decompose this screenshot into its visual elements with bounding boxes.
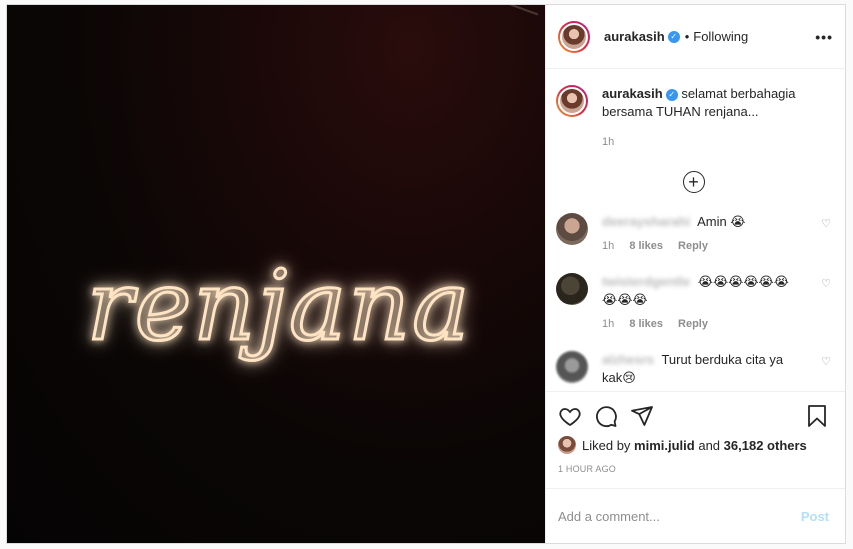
post-image[interactable]: renjana: [7, 5, 545, 543]
reply-button[interactable]: Reply: [678, 240, 708, 252]
commenter-avatar[interactable]: [556, 351, 588, 383]
separator-dot: •: [684, 29, 690, 44]
more-options-icon[interactable]: •••: [815, 29, 833, 45]
author-username[interactable]: aurakasih: [604, 29, 665, 44]
likes-prefix: Liked by: [582, 437, 631, 453]
neon-sign: renjana: [85, 249, 472, 364]
liker-avatar[interactable]: [558, 436, 576, 454]
small-heart-icon[interactable]: ♡: [821, 277, 831, 290]
comment-time: 1h: [602, 318, 615, 330]
add-comment-bar: Post: [546, 488, 845, 543]
comment-likes[interactable]: 8 likes: [629, 240, 663, 252]
post-timestamp: 1 HOUR AGO: [558, 464, 617, 474]
post-sidebar: aurakasih ✓ • Following ••• aurakasih ✓ s…: [545, 5, 845, 543]
likes-middle: and: [698, 437, 721, 453]
comments-list[interactable]: aurakasih ✓ selamat berbahagia bersama TU…: [546, 69, 845, 391]
bookmark-icon[interactable]: [805, 404, 829, 428]
small-heart-icon[interactable]: ♡: [821, 217, 831, 230]
add-comment-input[interactable]: [558, 508, 801, 524]
caption: aurakasih ✓ selamat berbahagia bersama TU…: [556, 85, 831, 151]
comment-username[interactable]: deeraysharahi: [602, 214, 690, 229]
small-heart-icon[interactable]: ♡: [821, 355, 831, 368]
reply-button[interactable]: Reply: [678, 318, 708, 330]
share-icon[interactable]: [630, 404, 654, 428]
comment-likes[interactable]: 8 likes: [629, 318, 663, 330]
neon-text: renjana: [87, 250, 472, 362]
comment-username[interactable]: twisterdgentle: [602, 274, 690, 289]
caption-avatar[interactable]: [556, 85, 588, 117]
comment: alzhesrs Turut berduka cita ya kak😢 ♡: [556, 351, 831, 387]
load-more-comments[interactable]: +: [556, 171, 831, 193]
commenter-avatar[interactable]: [556, 273, 588, 305]
plus-circle-icon[interactable]: +: [682, 171, 705, 193]
post-modal: renjana aurakasih ✓ • Following ••• aura…: [6, 4, 846, 544]
post-comment-button[interactable]: Post: [801, 509, 829, 524]
caption-time: 1h: [602, 136, 615, 148]
comment-icon[interactable]: [594, 404, 618, 428]
comment-username[interactable]: alzhesrs: [602, 352, 654, 367]
post-actions: Liked by mimi.julid and 36,182 others 1 …: [546, 391, 845, 488]
likes-summary: Liked by mimi.julid and 36,182 others: [558, 436, 829, 454]
author-avatar[interactable]: [558, 20, 590, 53]
likes-others[interactable]: 36,182 others: [724, 438, 807, 453]
caption-username[interactable]: aurakasih: [602, 86, 663, 101]
commenter-avatar[interactable]: [556, 213, 588, 245]
verified-icon: ✓: [665, 88, 678, 101]
comment: deeraysharahi Amin 😭 1h 8 likes Reply ♡: [556, 213, 831, 255]
following-button[interactable]: Following: [693, 29, 748, 44]
heart-icon[interactable]: [558, 404, 582, 428]
comment-time: 1h: [602, 240, 615, 252]
liker-username[interactable]: mimi.julid: [634, 438, 695, 453]
action-icons: [558, 400, 829, 432]
post-header: aurakasih ✓ • Following •••: [546, 5, 845, 69]
verified-icon: ✓: [667, 30, 680, 43]
comment-text: Amin 😭: [697, 214, 746, 229]
comment: twisterdgentle 😭😭😭😭😭😭😭😭😭 1h 8 likes Repl…: [556, 273, 831, 333]
